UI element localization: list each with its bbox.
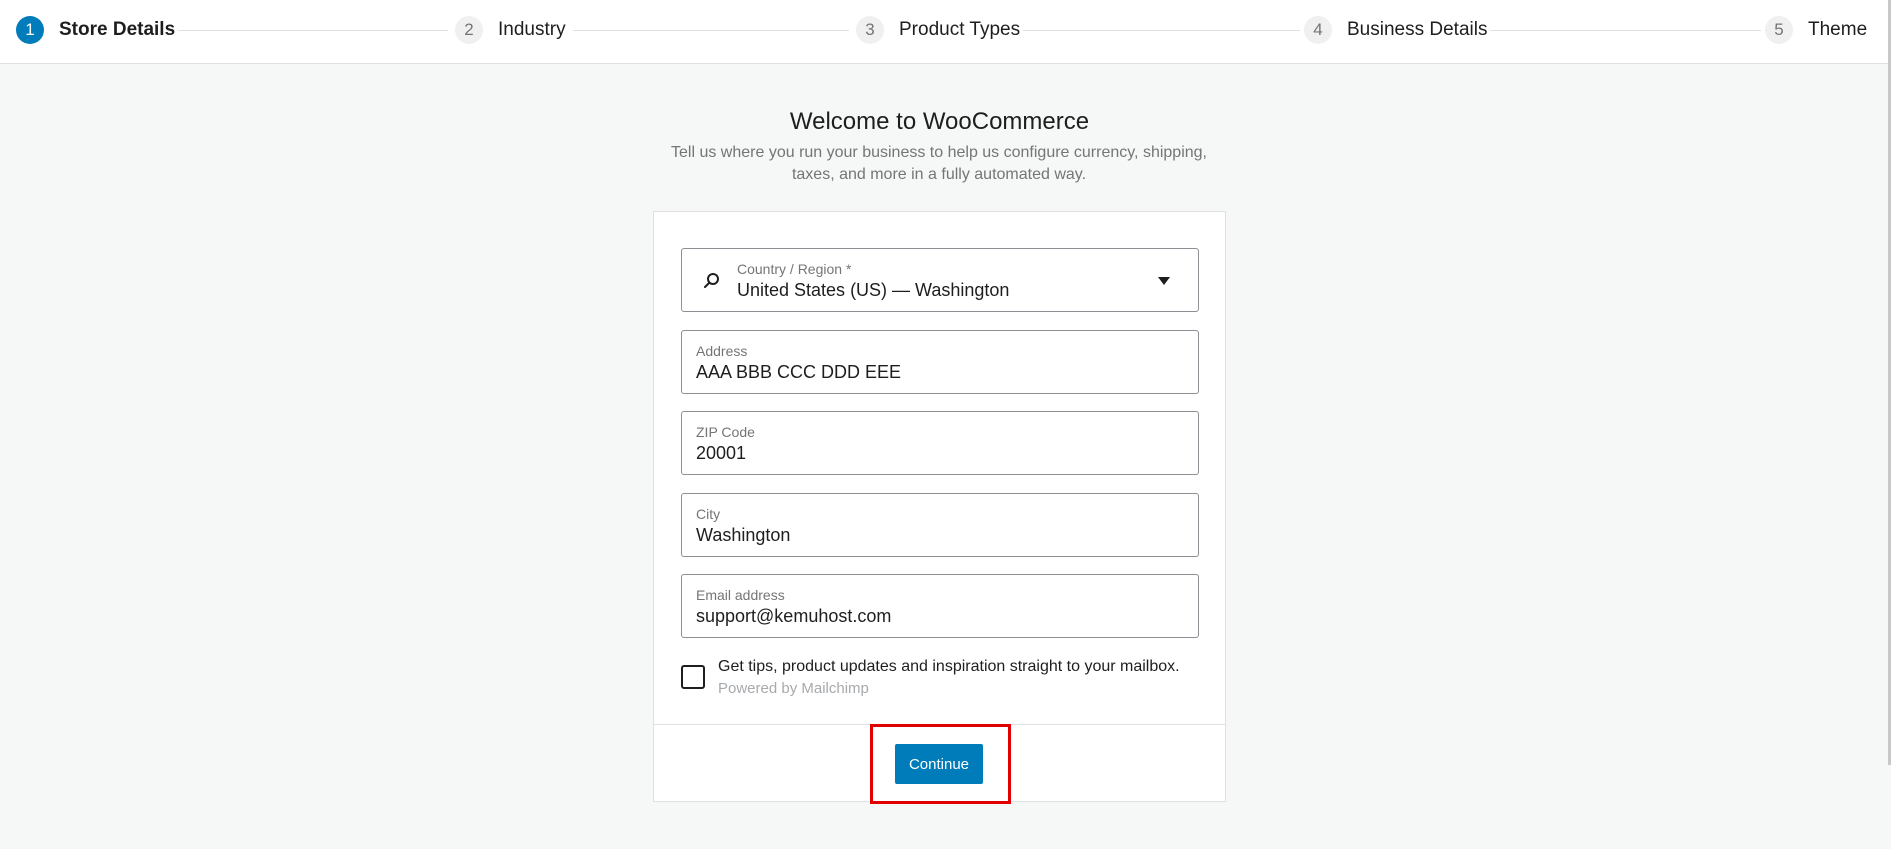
country-region-select[interactable]: Country / Region * United States (US) — … xyxy=(681,248,1199,312)
step-number: 3 xyxy=(856,16,884,44)
step-label: Business Details xyxy=(1347,19,1488,40)
address-label: Address xyxy=(696,343,748,359)
email-label: Email address xyxy=(696,587,785,603)
search-icon xyxy=(704,273,719,288)
zip-code-field[interactable]: ZIP Code 20001 xyxy=(681,411,1199,475)
setup-stepper: 1 Store Details 2 Industry 3 Product Typ… xyxy=(0,0,1891,64)
country-region-value: United States (US) — Washington xyxy=(737,280,1010,300)
step-label: Theme xyxy=(1808,19,1868,40)
step-connector xyxy=(1490,30,1761,31)
step-number: 2 xyxy=(455,16,483,44)
step-business-details[interactable]: 4 Business Details xyxy=(1304,14,1487,46)
step-label: Store Details xyxy=(59,19,176,40)
step-industry[interactable]: 2 Industry xyxy=(455,14,566,46)
zip-code-value[interactable]: 20001 xyxy=(696,443,1176,464)
newsletter-checkbox[interactable] xyxy=(681,665,705,689)
page-title: Welcome to WooCommerce xyxy=(789,108,1090,135)
step-connector xyxy=(573,30,849,31)
step-theme[interactable]: 5 Theme xyxy=(1765,14,1867,46)
email-field[interactable]: Email address support@kemuhost.com xyxy=(681,574,1199,638)
step-number: 4 xyxy=(1304,16,1332,44)
step-number: 5 xyxy=(1765,16,1793,44)
address-field[interactable]: Address AAA BBB CCC DDD EEE xyxy=(681,330,1199,394)
email-value[interactable]: support@kemuhost.com xyxy=(696,606,1176,627)
store-details-card: Country / Region * United States (US) — … xyxy=(653,211,1226,802)
step-connector xyxy=(1023,30,1300,31)
address-value[interactable]: AAA BBB CCC DDD EEE xyxy=(696,362,1176,383)
city-field[interactable]: City Washington xyxy=(681,493,1199,557)
step-number: 1 xyxy=(16,16,44,44)
step-label: Product Types xyxy=(899,19,1021,40)
zip-code-label: ZIP Code xyxy=(696,424,755,440)
newsletter-label: Get tips, product updates and inspiratio… xyxy=(718,658,1180,675)
page-subtitle: Tell us where you run your business to h… xyxy=(671,144,1207,183)
step-product-types[interactable]: 3 Product Types xyxy=(856,14,1020,46)
step-connector xyxy=(178,30,448,31)
country-region-label: Country / Region * xyxy=(737,261,852,277)
powered-by-mailchimp: Powered by Mailchimp xyxy=(718,680,869,697)
city-label: City xyxy=(696,506,721,522)
caret-down-icon[interactable] xyxy=(1158,277,1170,285)
continue-button[interactable]: Continue xyxy=(895,744,983,784)
step-store-details[interactable]: 1 Store Details xyxy=(16,14,175,46)
step-label: Industry xyxy=(498,19,566,40)
city-value[interactable]: Washington xyxy=(696,525,1176,546)
